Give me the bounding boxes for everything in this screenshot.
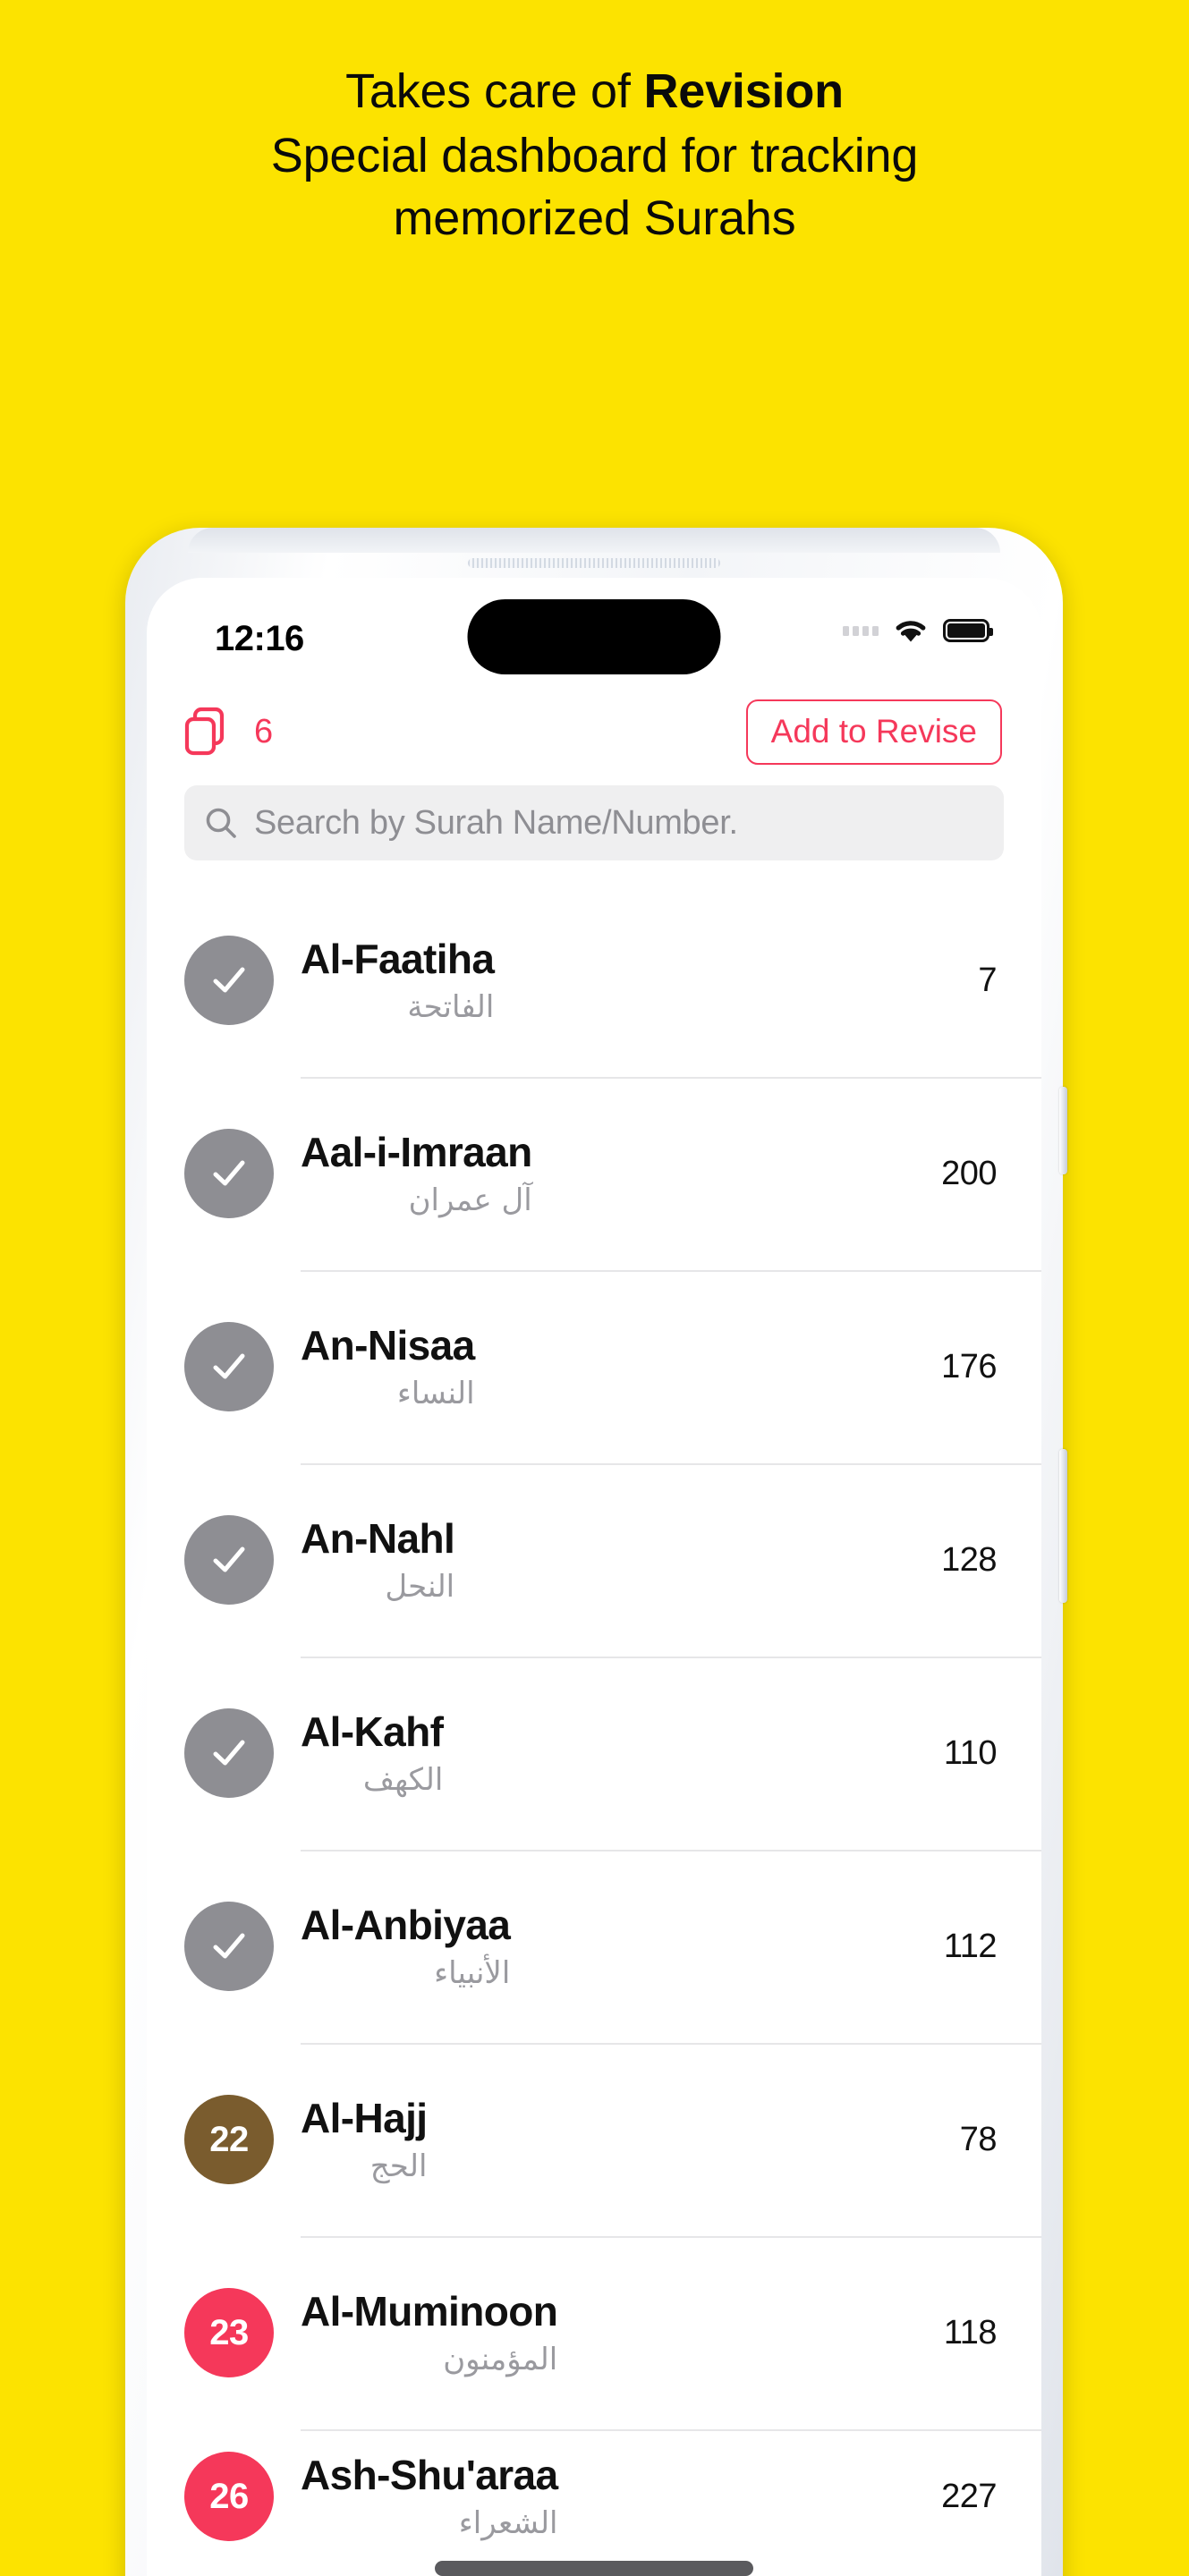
surah-names: Al-Kahf الكهف: [301, 1708, 444, 1798]
surah-name-arabic: النساء: [396, 1376, 475, 1411]
revise-count-value: 6: [254, 713, 274, 750]
surah-row-content: Aal-i-Imraan آل عمران 200: [301, 1077, 1041, 1270]
surah-names: An-Nahl النحل: [301, 1515, 455, 1605]
surah-ayah-count: 176: [941, 1347, 997, 1385]
wifi-icon: [893, 617, 929, 644]
surah-row[interactable]: An-Nisaa النساء 176: [184, 1270, 1041, 1463]
surah-name-arabic: آل عمران: [408, 1182, 532, 1218]
memorized-check-icon[interactable]: [184, 1708, 274, 1798]
surah-row[interactable]: 22 Al-Hajj الحج 78: [184, 2043, 1041, 2236]
surah-row[interactable]: Al-Anbiyaa الأنبياء 112: [184, 1850, 1041, 2043]
surah-ayah-count: 78: [959, 2120, 998, 2158]
surah-number-badge[interactable]: 22: [184, 2095, 274, 2184]
surah-name-english: Ash-Shu'araa: [301, 2452, 558, 2498]
surah-names: Ash-Shu'araa الشعراء: [301, 2454, 558, 2538]
surah-name-arabic: الفاتحة: [407, 989, 495, 1025]
phone-device-frame: 12:16 6 Add to Revise Search by Surah Na…: [125, 528, 1067, 2576]
app-toolbar: 6 Add to Revise: [147, 685, 1041, 778]
surah-row[interactable]: Al-Kahf الكهف 110: [184, 1657, 1041, 1850]
status-bar-indicators: [843, 617, 993, 644]
surah-name-arabic: المؤمنون: [443, 2342, 558, 2377]
surah-row[interactable]: Aal-i-Imraan آل عمران 200: [184, 1077, 1041, 1270]
memorized-check-icon[interactable]: [184, 1129, 274, 1218]
surah-row[interactable]: 23 Al-Muminoon المؤمنون 118: [184, 2236, 1041, 2429]
surah-name-english: Al-Muminoon: [301, 2288, 558, 2334]
surah-ayah-count: 112: [943, 1927, 998, 1965]
surah-number-badge[interactable]: 23: [184, 2288, 274, 2377]
surah-row-content: Al-Anbiyaa الأنبياء 112: [301, 1850, 1041, 2043]
revise-count-group[interactable]: 6: [184, 707, 273, 757]
copy-stack-icon[interactable]: [184, 707, 231, 757]
surah-row-content: Al-Faatiha الفاتحة 7: [301, 884, 1041, 1077]
surah-name-english: An-Nisaa: [301, 1322, 475, 1368]
dynamic-island: [467, 599, 721, 674]
search-section: [147, 778, 1041, 860]
earpiece-grille-icon: [468, 558, 720, 568]
surah-ayah-count: 118: [943, 2313, 998, 2351]
surah-names: Al-Hajj الحج: [301, 2095, 428, 2184]
surah-name-arabic: الشعراء: [458, 2505, 558, 2541]
memorized-check-icon[interactable]: [184, 1322, 274, 1411]
surah-names: Al-Anbiyaa الأنبياء: [301, 1902, 511, 1991]
surah-row-content: Al-Hajj الحج 78: [301, 2043, 1041, 2236]
surah-name-arabic: النحل: [385, 1569, 455, 1605]
surah-names: Al-Faatiha الفاتحة: [301, 936, 495, 1025]
search-bar[interactable]: [184, 785, 1004, 860]
surah-ayah-count: 7: [978, 961, 997, 999]
surah-row[interactable]: 26 Ash-Shu'araa الشعراء 227: [184, 2429, 1041, 2563]
add-to-revise-button[interactable]: Add to Revise: [745, 699, 1002, 765]
surah-name-arabic: الحج: [369, 2148, 428, 2184]
surah-name-arabic: الكهف: [362, 1762, 444, 1798]
status-bar-time: 12:16: [215, 619, 304, 658]
surah-row-content: An-Nahl النحل 128: [301, 1463, 1041, 1657]
battery-full-icon: [943, 619, 993, 642]
surah-names: Al-Muminoon المؤمنون: [301, 2288, 558, 2377]
phone-screen: 12:16 6 Add to Revise Search by Surah Na…: [147, 578, 1041, 2576]
surah-row[interactable]: An-Nahl النحل 128: [184, 1463, 1041, 1657]
surah-names: Aal-i-Imraan آل عمران: [301, 1131, 532, 1216]
surah-name-english: Al-Anbiyaa: [301, 1902, 511, 1948]
surah-row-content: An-Nisaa النساء 176: [301, 1270, 1041, 1463]
surah-number-badge[interactable]: 26: [184, 2452, 274, 2541]
surah-name-english: Aal-i-Imraan: [301, 1129, 532, 1175]
status-bar: 12:16: [147, 578, 1041, 685]
signal-dots-icon: [843, 625, 879, 636]
surah-ayah-count: 110: [943, 1733, 998, 1772]
surah-name-english: Al-Hajj: [301, 2095, 428, 2141]
promo-line-1-prefix: Takes care of: [345, 64, 644, 118]
promo-line-1-emphasis: Revision: [643, 64, 844, 118]
surah-ayah-count: 200: [941, 1154, 997, 1192]
promo-line-3: memorized Surahs: [393, 191, 796, 245]
surah-name-english: An-Nahl: [301, 1515, 455, 1562]
promo-line-2: Special dashboard for tracking: [270, 128, 919, 182]
memorized-check-icon[interactable]: [184, 936, 274, 1025]
surah-name-english: Al-Kahf: [301, 1708, 444, 1755]
surah-row-content: Al-Kahf الكهف 110: [301, 1657, 1041, 1850]
memorized-check-icon[interactable]: [184, 1515, 274, 1605]
search-input[interactable]: [254, 803, 984, 843]
surah-names: An-Nisaa النساء: [301, 1325, 475, 1409]
search-icon: [204, 806, 238, 840]
surah-list[interactable]: Al-Faatiha الفاتحة 7 Aal-i-Imraan آل عمران 20…: [147, 884, 1041, 2563]
surah-name-arabic: الأنبياء: [434, 1955, 511, 1991]
surah-ayah-count: 227: [941, 2477, 997, 2515]
surah-name-english: Al-Faatiha: [301, 936, 495, 982]
promo-headline: Takes care of Revision Special dashboard…: [0, 63, 1189, 249]
device-top-strip: [188, 528, 1000, 553]
home-indicator[interactable]: [435, 2561, 753, 2576]
surah-row-content: Al-Muminoon المؤمنون 118: [301, 2236, 1041, 2429]
device-side-button-lower[interactable]: [1059, 1449, 1067, 1603]
surah-row[interactable]: Al-Faatiha الفاتحة 7: [184, 884, 1041, 1077]
promo-line-1: Takes care of Revision: [0, 63, 1189, 122]
memorized-check-icon[interactable]: [184, 1902, 274, 1991]
device-side-button-upper[interactable]: [1059, 1087, 1067, 1174]
surah-ayah-count: 128: [941, 1540, 997, 1579]
surah-row-content: Ash-Shu'araa الشعراء 227: [301, 2429, 1041, 2563]
